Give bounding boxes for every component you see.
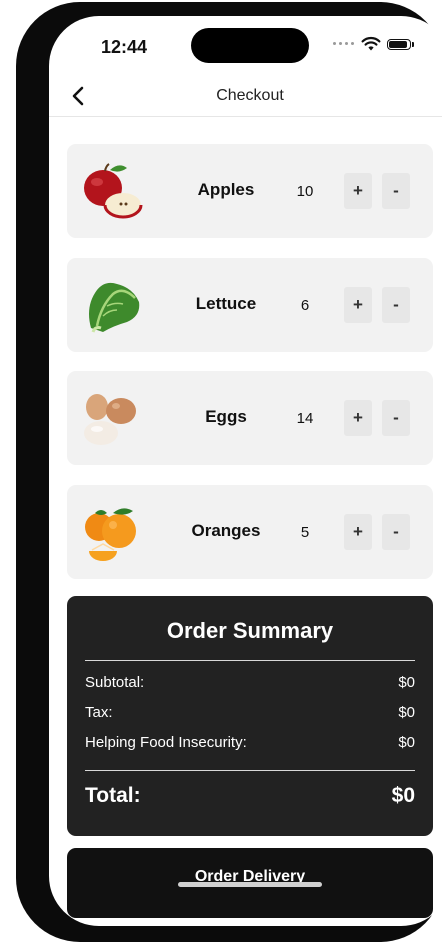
increment-button[interactable]: + xyxy=(344,400,372,436)
page-title: Checkout xyxy=(216,87,284,104)
apple-image xyxy=(84,163,143,219)
total-label: Total: xyxy=(85,784,141,807)
item-quantity: 14 xyxy=(296,410,314,427)
donation-row: Helping Food Insecurity: $0 xyxy=(85,734,415,751)
increment-button[interactable]: + xyxy=(344,514,372,550)
tax-value: $0 xyxy=(398,704,415,721)
item-quantity: 6 xyxy=(300,297,310,314)
subtotal-label: Subtotal: xyxy=(85,674,145,691)
tax-label: Tax: xyxy=(85,704,113,721)
wifi-icon xyxy=(361,36,381,51)
battery-icon xyxy=(387,39,411,50)
increment-button[interactable]: + xyxy=(344,287,372,323)
increment-button[interactable]: + xyxy=(344,173,372,209)
subtotal-row: Subtotal: $0 xyxy=(85,674,415,691)
total-value: $0 xyxy=(391,784,415,807)
order-summary-card: Order Summary Subtotal: $0 Tax: $0 Helpi… xyxy=(67,596,433,836)
item-quantity: 10 xyxy=(296,183,314,200)
decrement-button[interactable]: - xyxy=(382,400,410,436)
decrement-button[interactable]: - xyxy=(382,287,410,323)
summary-divider xyxy=(85,660,415,661)
phone-frame: 12:44 Checkout Apples 10 + - Lettuce 6 +… xyxy=(16,2,442,942)
cart-item-oranges: Oranges 5 + - xyxy=(67,485,433,579)
summary-divider xyxy=(85,770,415,771)
summary-title: Order Summary xyxy=(166,618,334,643)
nav-bar: Checkout xyxy=(49,76,442,117)
total-row: Total: $0 xyxy=(85,784,415,808)
home-indicator xyxy=(178,882,322,887)
cart-item-apples: Apples 10 + - xyxy=(67,144,433,238)
item-name: Apples xyxy=(197,180,255,199)
signal-dots-icon xyxy=(333,42,354,45)
item-name: Eggs xyxy=(205,407,247,426)
status-time: 12:44 xyxy=(101,37,148,57)
eggs-image xyxy=(84,394,136,445)
decrement-button[interactable]: - xyxy=(382,514,410,550)
status-bar: 12:44 xyxy=(49,16,442,74)
battery-tip xyxy=(412,42,414,47)
item-name: Oranges xyxy=(191,521,261,540)
cart-item-lettuce: Lettuce 6 + - xyxy=(67,258,433,352)
item-name: Lettuce xyxy=(195,294,257,313)
tax-row: Tax: $0 xyxy=(85,704,415,721)
cart-item-eggs: Eggs 14 + - xyxy=(67,371,433,465)
donation-value: $0 xyxy=(398,734,415,751)
donation-label: Helping Food Insecurity: xyxy=(85,734,247,751)
app-screen: 12:44 Checkout Apples 10 + - Lettuce 6 +… xyxy=(49,16,442,926)
subtotal-value: $0 xyxy=(398,674,415,691)
decrement-button[interactable]: - xyxy=(382,173,410,209)
oranges-image xyxy=(85,508,136,561)
lettuce-image xyxy=(89,282,140,333)
item-quantity: 5 xyxy=(300,524,310,541)
dynamic-island xyxy=(191,28,309,63)
